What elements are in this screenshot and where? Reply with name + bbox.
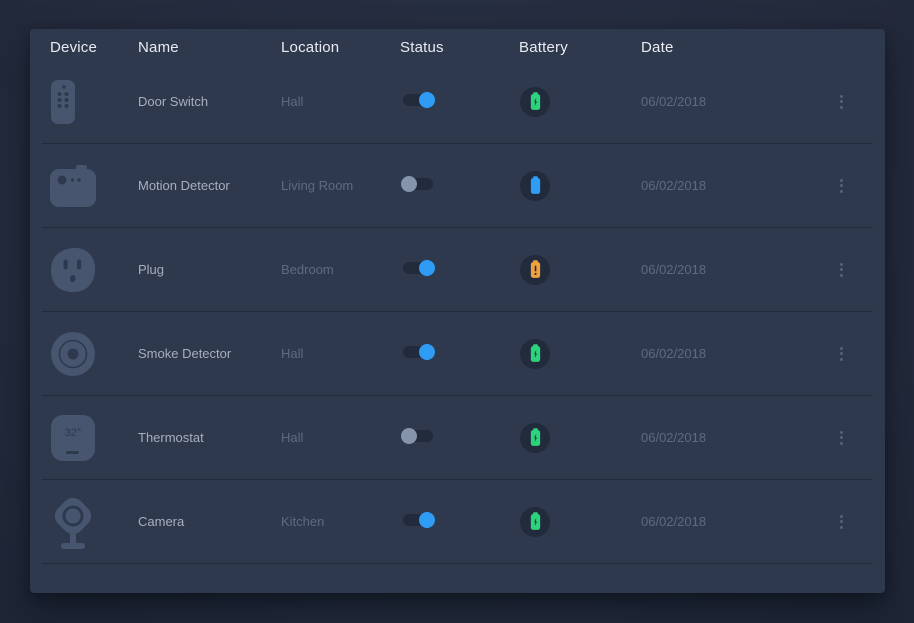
toggle-knob xyxy=(419,512,435,528)
kebab-menu-icon[interactable] xyxy=(834,257,849,283)
device-location: Living Room xyxy=(281,178,400,193)
device-name: Door Switch xyxy=(138,94,281,109)
battery-icon xyxy=(529,344,542,363)
battery-icon xyxy=(529,512,542,531)
toggle-knob xyxy=(401,176,417,192)
devices-table-card: Device Name Location Status Battery Date… xyxy=(30,29,885,593)
device-date: 06/02/2018 xyxy=(641,346,817,361)
table-body: Door Switch Hall 06/02/2018 Motion Detec… xyxy=(30,60,885,564)
table-row[interactable]: Camera Kitchen 06/02/2018 xyxy=(42,480,873,564)
thermostat-icon: 32° xyxy=(50,409,98,467)
battery-badge xyxy=(520,255,550,285)
column-header-name: Name xyxy=(138,39,281,56)
battery-icon xyxy=(529,428,542,447)
device-date: 06/02/2018 xyxy=(641,94,817,109)
svg-text:32°: 32° xyxy=(65,427,82,439)
table-row[interactable]: Motion Detector Living Room 06/02/2018 xyxy=(42,144,873,228)
column-header-location: Location xyxy=(281,39,400,56)
table-header-row: Device Name Location Status Battery Date xyxy=(30,29,885,60)
battery-badge xyxy=(520,507,550,537)
device-name: Plug xyxy=(138,262,281,277)
device-location: Hall xyxy=(281,430,400,445)
column-header-date: Date xyxy=(641,39,817,56)
kebab-menu-icon[interactable] xyxy=(834,173,849,199)
device-name: Smoke Detector xyxy=(138,346,281,361)
battery-badge xyxy=(520,339,550,369)
column-header-status: Status xyxy=(400,39,519,56)
device-location: Kitchen xyxy=(281,514,400,529)
device-date: 06/02/2018 xyxy=(641,430,817,445)
table-row[interactable]: Smoke Detector Hall 06/02/2018 xyxy=(42,312,873,396)
kebab-menu-icon[interactable] xyxy=(834,425,849,451)
table-row[interactable]: Plug Bedroom 06/02/2018 xyxy=(42,228,873,312)
device-name: Camera xyxy=(138,514,281,529)
device-name: Thermostat xyxy=(138,430,281,445)
motion-detector-icon xyxy=(50,157,98,215)
status-toggle[interactable] xyxy=(403,514,433,526)
device-location: Bedroom xyxy=(281,262,400,277)
plug-icon xyxy=(50,241,98,299)
camera-icon xyxy=(50,493,98,551)
column-header-device: Device xyxy=(50,39,138,56)
toggle-knob xyxy=(419,344,435,360)
toggle-knob xyxy=(419,260,435,276)
status-toggle[interactable] xyxy=(403,346,433,358)
device-date: 06/02/2018 xyxy=(641,514,817,529)
device-date: 06/02/2018 xyxy=(641,262,817,277)
device-location: Hall xyxy=(281,346,400,361)
battery-icon xyxy=(529,260,542,279)
battery-icon xyxy=(529,176,542,195)
status-toggle[interactable] xyxy=(403,178,433,190)
device-date: 06/02/2018 xyxy=(641,178,817,193)
door-switch-icon xyxy=(50,73,98,131)
kebab-menu-icon[interactable] xyxy=(834,509,849,535)
kebab-menu-icon[interactable] xyxy=(834,341,849,367)
toggle-knob xyxy=(419,92,435,108)
smoke-detector-icon xyxy=(50,325,98,383)
device-name: Motion Detector xyxy=(138,178,281,193)
table-row[interactable]: Door Switch Hall 06/02/2018 xyxy=(42,60,873,144)
status-toggle[interactable] xyxy=(403,94,433,106)
battery-badge xyxy=(520,423,550,453)
table-row[interactable]: 32° Thermostat Hall 06/02/2018 xyxy=(42,396,873,480)
status-toggle[interactable] xyxy=(403,262,433,274)
battery-icon xyxy=(529,92,542,111)
device-location: Hall xyxy=(281,94,400,109)
kebab-menu-icon[interactable] xyxy=(834,89,849,115)
column-header-battery: Battery xyxy=(519,39,641,56)
battery-badge xyxy=(520,171,550,201)
toggle-knob xyxy=(401,428,417,444)
battery-badge xyxy=(520,87,550,117)
status-toggle[interactable] xyxy=(403,430,433,442)
